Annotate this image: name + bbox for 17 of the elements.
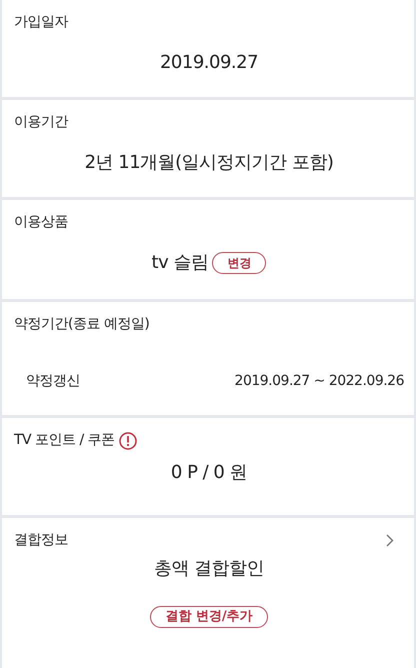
info-icon[interactable] (118, 432, 137, 450)
section-title: 이용상품 (14, 213, 68, 232)
bundle-change-button[interactable]: 결합 변경/추가 (150, 606, 268, 628)
section-title: TV 포인트 / 쿠폰 (14, 431, 115, 450)
change-button[interactable]: 변경 (212, 252, 266, 274)
chevron-right-icon[interactable] (386, 534, 394, 547)
section-title: 약정기간(종료 예정일) (14, 315, 150, 334)
term-dates: 2019.09.27 ~ 2022.09.26 (234, 372, 404, 391)
section-title: 이용기간 (14, 113, 68, 132)
product-name: tv 슬림 (152, 251, 208, 275)
section-title: 결합정보 (14, 531, 68, 550)
bundle-value: 총액 결합할인 (154, 557, 264, 581)
section-value: 2019.09.27 (160, 51, 258, 75)
term-label: 약정갱신 (26, 372, 80, 391)
section-title: 가입일자 (14, 13, 68, 32)
points-value: 0 P / 0 원 (170, 461, 248, 485)
section-value: 2년 11개월(일시정지기간 포함) (84, 151, 334, 175)
